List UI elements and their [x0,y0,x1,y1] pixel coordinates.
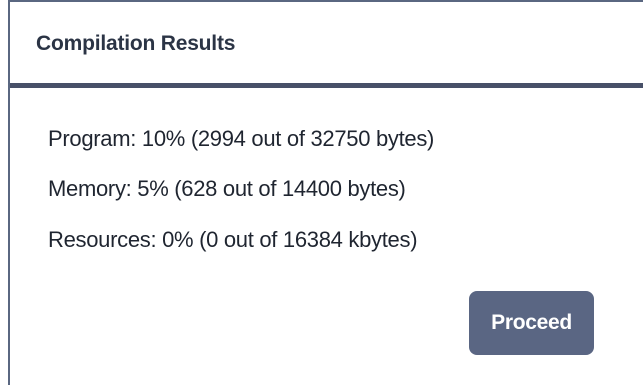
memory-usage-text: Memory: 5% (628 out of 14400 bytes) [48,176,406,201]
program-usage-text: Program: 10% (2994 out of 32750 bytes) [48,126,435,151]
dialog-body: Program: 10% (2994 out of 32750 bytes) M… [10,88,643,385]
resources-usage-text: Resources: 0% (0 out of 16384 kbytes) [48,227,418,252]
dialog-header: Compilation Results [10,2,643,88]
compilation-results-dialog: Compilation Results Program: 10% (2994 o… [8,0,643,385]
dialog-title: Compilation Results [36,32,236,55]
proceed-button[interactable]: Proceed [469,291,594,355]
